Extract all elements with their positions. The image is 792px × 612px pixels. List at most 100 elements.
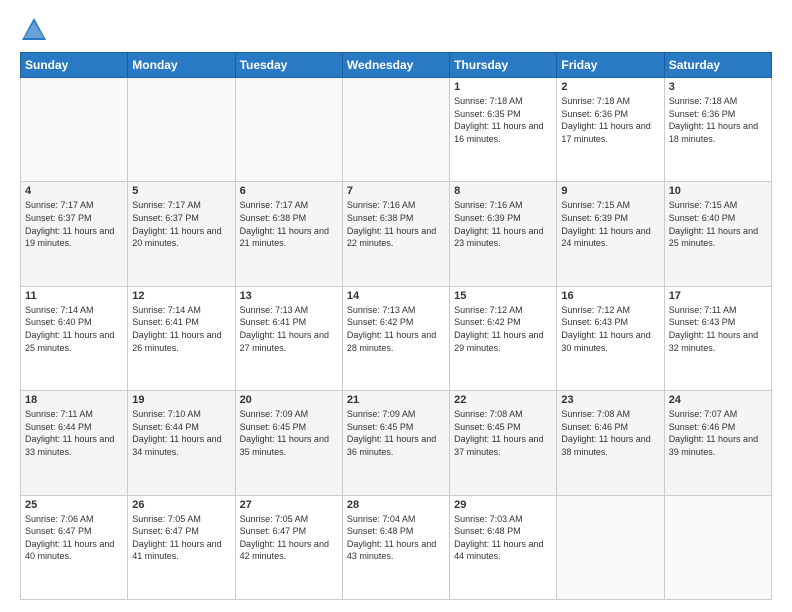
day-info: Sunrise: 7:06 AM Sunset: 6:47 PM Dayligh… [25, 513, 123, 563]
calendar-cell: 9 Sunrise: 7:15 AM Sunset: 6:39 PM Daylig… [557, 182, 664, 286]
calendar-cell: 24 Sunrise: 7:07 AM Sunset: 6:46 PM Dayli… [664, 391, 771, 495]
calendar-cell [128, 78, 235, 182]
day-number: 9 [561, 185, 659, 197]
day-info: Sunrise: 7:08 AM Sunset: 6:45 PM Dayligh… [454, 408, 552, 458]
day-info: Sunrise: 7:12 AM Sunset: 6:43 PM Dayligh… [561, 304, 659, 354]
calendar-header-row: SundayMondayTuesdayWednesdayThursdayFrid… [21, 53, 772, 78]
calendar-cell: 16 Sunrise: 7:12 AM Sunset: 6:43 PM Dayli… [557, 286, 664, 390]
calendar-cell: 26 Sunrise: 7:05 AM Sunset: 6:47 PM Dayli… [128, 495, 235, 599]
day-info: Sunrise: 7:09 AM Sunset: 6:45 PM Dayligh… [347, 408, 445, 458]
day-info: Sunrise: 7:16 AM Sunset: 6:39 PM Dayligh… [454, 199, 552, 249]
calendar-cell: 20 Sunrise: 7:09 AM Sunset: 6:45 PM Dayli… [235, 391, 342, 495]
day-number: 12 [132, 290, 230, 302]
calendar-header-sunday: Sunday [21, 53, 128, 78]
day-info: Sunrise: 7:13 AM Sunset: 6:41 PM Dayligh… [240, 304, 338, 354]
calendar-header-tuesday: Tuesday [235, 53, 342, 78]
day-number: 23 [561, 394, 659, 406]
calendar-cell: 23 Sunrise: 7:08 AM Sunset: 6:46 PM Dayli… [557, 391, 664, 495]
calendar-week-1: 4 Sunrise: 7:17 AM Sunset: 6:37 PM Daylig… [21, 182, 772, 286]
day-number: 4 [25, 185, 123, 197]
day-info: Sunrise: 7:10 AM Sunset: 6:44 PM Dayligh… [132, 408, 230, 458]
calendar-cell: 5 Sunrise: 7:17 AM Sunset: 6:37 PM Daylig… [128, 182, 235, 286]
day-info: Sunrise: 7:15 AM Sunset: 6:40 PM Dayligh… [669, 199, 767, 249]
day-number: 14 [347, 290, 445, 302]
day-number: 6 [240, 185, 338, 197]
calendar-cell: 2 Sunrise: 7:18 AM Sunset: 6:36 PM Daylig… [557, 78, 664, 182]
calendar-week-0: 1 Sunrise: 7:18 AM Sunset: 6:35 PM Daylig… [21, 78, 772, 182]
day-info: Sunrise: 7:13 AM Sunset: 6:42 PM Dayligh… [347, 304, 445, 354]
calendar-cell: 22Sunrise: 7:08 AM Sunset: 6:45 PM Dayli… [450, 391, 557, 495]
calendar-cell: 8 Sunrise: 7:16 AM Sunset: 6:39 PM Daylig… [450, 182, 557, 286]
day-info: Sunrise: 7:17 AM Sunset: 6:37 PM Dayligh… [25, 199, 123, 249]
day-info: Sunrise: 7:12 AM Sunset: 6:42 PM Dayligh… [454, 304, 552, 354]
day-info: Sunrise: 7:15 AM Sunset: 6:39 PM Dayligh… [561, 199, 659, 249]
day-info: Sunrise: 7:16 AM Sunset: 6:38 PM Dayligh… [347, 199, 445, 249]
day-info: Sunrise: 7:14 AM Sunset: 6:41 PM Dayligh… [132, 304, 230, 354]
day-info: Sunrise: 7:05 AM Sunset: 6:47 PM Dayligh… [132, 513, 230, 563]
page: SundayMondayTuesdayWednesdayThursdayFrid… [0, 0, 792, 612]
calendar-cell [557, 495, 664, 599]
day-number: 18 [25, 394, 123, 406]
day-info: Sunrise: 7:08 AM Sunset: 6:46 PM Dayligh… [561, 408, 659, 458]
day-info: Sunrise: 7:17 AM Sunset: 6:37 PM Dayligh… [132, 199, 230, 249]
calendar-header-wednesday: Wednesday [342, 53, 449, 78]
day-number: 24 [669, 394, 767, 406]
day-info: Sunrise: 7:14 AM Sunset: 6:40 PM Dayligh… [25, 304, 123, 354]
calendar-week-4: 25 Sunrise: 7:06 AM Sunset: 6:47 PM Dayli… [21, 495, 772, 599]
day-info: Sunrise: 7:18 AM Sunset: 6:36 PM Dayligh… [561, 95, 659, 145]
calendar-cell: 7 Sunrise: 7:16 AM Sunset: 6:38 PM Daylig… [342, 182, 449, 286]
day-number: 26 [132, 499, 230, 511]
day-info: Sunrise: 7:11 AM Sunset: 6:44 PM Dayligh… [25, 408, 123, 458]
day-number: 21 [347, 394, 445, 406]
day-number: 2 [561, 81, 659, 93]
calendar-cell [21, 78, 128, 182]
calendar-cell: 18 Sunrise: 7:11 AM Sunset: 6:44 PM Dayli… [21, 391, 128, 495]
calendar-cell: 10Sunrise: 7:15 AM Sunset: 6:40 PM Dayli… [664, 182, 771, 286]
day-number: 27 [240, 499, 338, 511]
day-info: Sunrise: 7:05 AM Sunset: 6:47 PM Dayligh… [240, 513, 338, 563]
calendar-header-saturday: Saturday [664, 53, 771, 78]
day-number: 17 [669, 290, 767, 302]
day-number: 7 [347, 185, 445, 197]
calendar-cell: 6 Sunrise: 7:17 AM Sunset: 6:38 PM Daylig… [235, 182, 342, 286]
day-number: 8 [454, 185, 552, 197]
day-info: Sunrise: 7:17 AM Sunset: 6:38 PM Dayligh… [240, 199, 338, 249]
day-number: 11 [25, 290, 123, 302]
day-number: 20 [240, 394, 338, 406]
calendar: SundayMondayTuesdayWednesdayThursdayFrid… [20, 52, 772, 600]
day-info: Sunrise: 7:11 AM Sunset: 6:43 PM Dayligh… [669, 304, 767, 354]
calendar-header-thursday: Thursday [450, 53, 557, 78]
day-number: 28 [347, 499, 445, 511]
calendar-header-friday: Friday [557, 53, 664, 78]
calendar-cell: 25 Sunrise: 7:06 AM Sunset: 6:47 PM Dayli… [21, 495, 128, 599]
day-number: 15 [454, 290, 552, 302]
calendar-cell: 3Sunrise: 7:18 AM Sunset: 6:36 PM Daylig… [664, 78, 771, 182]
calendar-cell: 17 Sunrise: 7:11 AM Sunset: 6:43 PM Dayli… [664, 286, 771, 390]
day-info: Sunrise: 7:03 AM Sunset: 6:48 PM Dayligh… [454, 513, 552, 563]
calendar-cell: 28 Sunrise: 7:04 AM Sunset: 6:48 PM Dayli… [342, 495, 449, 599]
day-info: Sunrise: 7:07 AM Sunset: 6:46 PM Dayligh… [669, 408, 767, 458]
calendar-week-3: 18 Sunrise: 7:11 AM Sunset: 6:44 PM Dayli… [21, 391, 772, 495]
day-number: 16 [561, 290, 659, 302]
calendar-cell: 12 Sunrise: 7:14 AM Sunset: 6:41 PM Dayli… [128, 286, 235, 390]
calendar-cell: 11 Sunrise: 7:14 AM Sunset: 6:40 PM Dayli… [21, 286, 128, 390]
calendar-cell [664, 495, 771, 599]
calendar-cell: 29 Sunrise: 7:03 AM Sunset: 6:48 PM Dayli… [450, 495, 557, 599]
day-number: 1 [454, 81, 552, 93]
day-number: 13 [240, 290, 338, 302]
day-number: 25 [25, 499, 123, 511]
day-info: Sunrise: 7:18 AM Sunset: 6:35 PM Dayligh… [454, 95, 552, 145]
calendar-cell: 19Sunrise: 7:10 AM Sunset: 6:44 PM Dayli… [128, 391, 235, 495]
day-info: Sunrise: 7:18 AM Sunset: 6:36 PM Dayligh… [669, 95, 767, 145]
calendar-cell: 15 Sunrise: 7:12 AM Sunset: 6:42 PM Dayli… [450, 286, 557, 390]
day-number: 5 [132, 185, 230, 197]
day-info: Sunrise: 7:04 AM Sunset: 6:48 PM Dayligh… [347, 513, 445, 563]
calendar-cell: 21 Sunrise: 7:09 AM Sunset: 6:45 PM Dayli… [342, 391, 449, 495]
calendar-cell: 14 Sunrise: 7:13 AM Sunset: 6:42 PM Dayli… [342, 286, 449, 390]
calendar-cell: 4 Sunrise: 7:17 AM Sunset: 6:37 PM Daylig… [21, 182, 128, 286]
day-info: Sunrise: 7:09 AM Sunset: 6:45 PM Dayligh… [240, 408, 338, 458]
logo-icon [20, 16, 48, 44]
day-number: 29 [454, 499, 552, 511]
calendar-cell [342, 78, 449, 182]
logo [20, 16, 52, 44]
